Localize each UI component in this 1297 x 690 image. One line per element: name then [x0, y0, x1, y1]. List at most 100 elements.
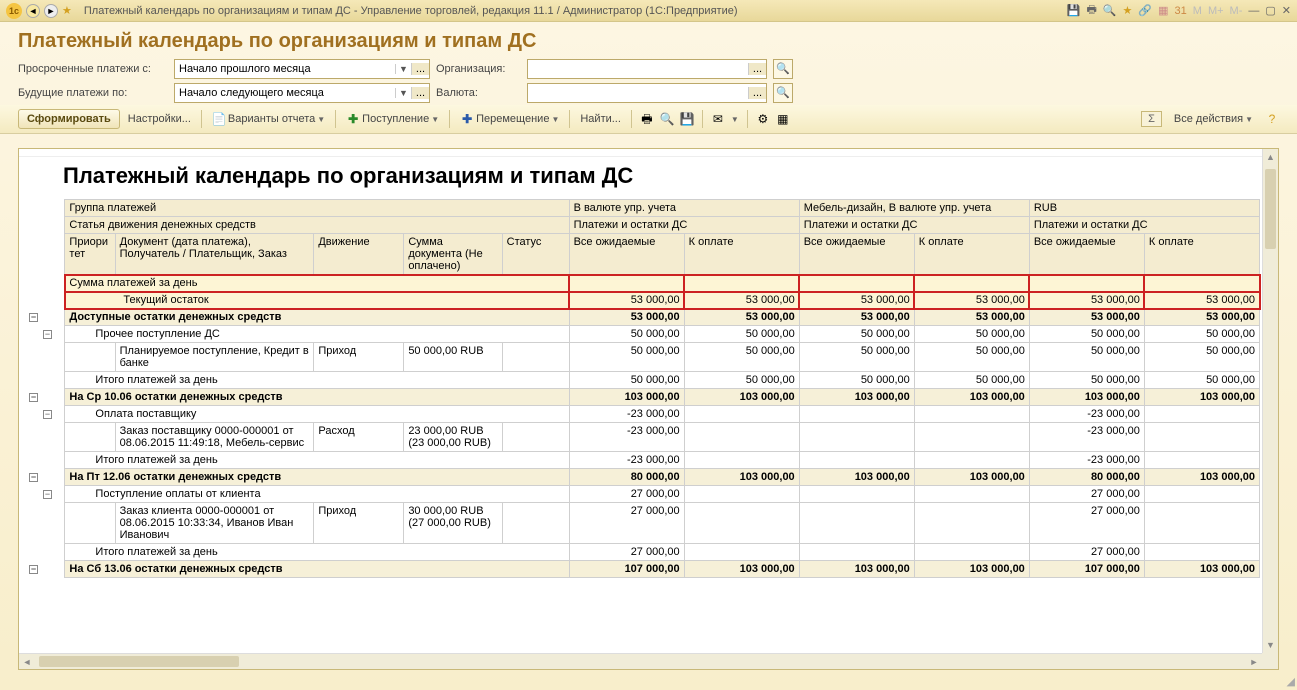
nav-fwd-icon[interactable]: ►	[44, 4, 58, 18]
print-toolbar-icon[interactable]: 🖶	[640, 112, 654, 126]
col-exp3: Все ожидаемые	[1029, 234, 1144, 275]
preview-icon[interactable]: 🔍	[1103, 4, 1117, 17]
page-title: Платежный календарь по организациям и ти…	[0, 22, 1297, 57]
col-company: Мебель-дизайн, В валюте упр. учета	[799, 200, 1029, 217]
expand-icon[interactable]: −	[43, 330, 52, 339]
settings-link[interactable]: Настройки...	[126, 113, 193, 125]
col-pb3: Платежи и остатки ДС	[1029, 217, 1259, 234]
mminus-icon[interactable]: M-	[1230, 5, 1243, 17]
maximize-icon[interactable]: ▢	[1265, 4, 1275, 17]
doc-icon: 📄	[212, 112, 226, 126]
close-icon[interactable]: ✕	[1282, 4, 1291, 17]
overdue-combo[interactable]: ▼ ...	[174, 59, 430, 79]
expand-icon[interactable]: −	[43, 410, 52, 419]
search-icon[interactable]: 🔍	[773, 83, 793, 103]
plus-green-icon: ✚	[346, 112, 360, 126]
currency-combo[interactable]: ...	[527, 83, 767, 103]
calendar-icon[interactable]: 31	[1175, 5, 1187, 17]
search-icon[interactable]: 🔍	[773, 59, 793, 79]
dots-button[interactable]: ...	[748, 63, 766, 75]
sigma-button[interactable]: Σ	[1141, 111, 1162, 127]
scroll-up-icon[interactable]: ▲	[1263, 149, 1278, 165]
scrollbar-vertical[interactable]: ▲ ▼	[1262, 149, 1278, 653]
row-avail: Доступные остатки денежных средств	[65, 309, 569, 326]
scroll-down-icon[interactable]: ▼	[1263, 637, 1278, 653]
row-client-order: Заказ клиента 0000-000001 от 08.06.2015 …	[115, 503, 314, 544]
org-combo[interactable]: ...	[527, 59, 767, 79]
expand-icon[interactable]: −	[29, 393, 38, 402]
save-toolbar-icon[interactable]: 💾	[680, 112, 694, 126]
row-supplier-order: Заказ поставщику 0000-000001 от 08.06.20…	[115, 423, 314, 452]
future-label: Будущие платежи по:	[18, 87, 168, 99]
row-supplier-payment: Оплата поставщику	[65, 406, 569, 423]
row-other-inflow: Прочее поступление ДС	[65, 326, 569, 343]
grid-icon[interactable]: ▦	[776, 112, 790, 126]
mplus-icon[interactable]: M+	[1208, 5, 1224, 17]
variants-link[interactable]: 📄Варианты отчета▼	[210, 112, 327, 126]
col-exp2: Все ожидаемые	[799, 234, 914, 275]
col-pb1: Платежи и остатки ДС	[569, 217, 799, 234]
expand-icon[interactable]: −	[43, 490, 52, 499]
col-article: Статья движения денежных средств	[65, 217, 569, 234]
inflow-link[interactable]: ✚Поступление▼	[344, 112, 441, 126]
col-doc: Документ (дата платежа), Получатель / Пл…	[115, 234, 314, 275]
find-link[interactable]: Найти...	[578, 113, 623, 125]
expand-icon[interactable]: −	[29, 313, 38, 322]
dots-button[interactable]: ...	[748, 87, 766, 99]
col-curr-mgmt: В валюте упр. учета	[569, 200, 799, 217]
settings-gear-icon[interactable]: ⚙	[756, 112, 770, 126]
row-sat-13-06: На Сб 13.06 остатки денежных средств	[65, 561, 569, 578]
star-icon[interactable]: ★	[62, 4, 72, 17]
org-input[interactable]	[528, 63, 748, 75]
scroll-thumb-h[interactable]	[39, 656, 239, 667]
dots-button[interactable]: ...	[411, 87, 429, 99]
col-status: Статус	[502, 234, 569, 275]
chevron-down-icon[interactable]: ▼	[395, 88, 411, 98]
report-title: Платежный календарь по организациям и ти…	[19, 157, 1262, 199]
chevron-down-icon[interactable]: ▼	[395, 64, 411, 74]
overdue-input[interactable]	[175, 63, 395, 75]
col-priority: Приори тет	[65, 234, 115, 275]
expand-icon[interactable]: −	[29, 565, 38, 574]
ruler	[19, 149, 1262, 157]
currency-input[interactable]	[528, 87, 748, 99]
resize-grip-icon[interactable]: ◢	[1287, 675, 1295, 688]
calc-icon[interactable]: ▦	[1158, 4, 1168, 17]
future-combo[interactable]: ▼ ...	[174, 83, 430, 103]
col-pb2: Платежи и остатки ДС	[799, 217, 1029, 234]
col-movement: Движение	[314, 234, 404, 275]
row-current-balance: Текущий остаток	[65, 292, 569, 309]
scroll-thumb-v[interactable]	[1265, 169, 1276, 249]
row-fri-12-06: На Пт 12.06 остатки денежных средств	[65, 469, 569, 486]
transfer-link[interactable]: ✚Перемещение▼	[458, 112, 561, 126]
row-total-day-3: Итого платежей за день	[65, 544, 569, 561]
print-icon[interactable]: 🖶	[1086, 1, 1096, 20]
scroll-right-icon[interactable]: ►	[1246, 654, 1262, 669]
row-wed-10-06: На Ср 10.06 остатки денежных средств	[65, 389, 569, 406]
favorite-icon[interactable]: ★	[1123, 4, 1133, 17]
row-sum-day: Сумма платежей за день	[65, 275, 569, 292]
links-icon[interactable]: 🔗	[1138, 4, 1152, 17]
expand-icon[interactable]: −	[29, 473, 38, 482]
nav-back-icon[interactable]: ◄	[26, 4, 40, 18]
scroll-left-icon[interactable]: ◄	[19, 654, 35, 669]
save-icon[interactable]: 💾	[1067, 4, 1081, 17]
preview-toolbar-icon[interactable]: 🔍	[660, 112, 674, 126]
all-actions-link[interactable]: Все действия▼	[1172, 113, 1255, 125]
app-logo: 1c	[6, 3, 22, 19]
generate-button[interactable]: Сформировать	[18, 109, 120, 129]
overdue-label: Просроченные платежи с:	[18, 63, 168, 75]
dots-button[interactable]: ...	[411, 63, 429, 75]
row-total-day-1: Итого платежей за день	[65, 372, 569, 389]
currency-label: Валюта:	[436, 87, 521, 99]
email-icon[interactable]: ✉	[711, 112, 725, 126]
help-icon[interactable]: ?	[1265, 112, 1279, 126]
scrollbar-horizontal[interactable]: ◄ ►	[19, 653, 1262, 669]
col-pay1: К оплате	[684, 234, 799, 275]
future-input[interactable]	[175, 87, 395, 99]
report-grid: Группа платежей В валюте упр. учета Мебе…	[21, 199, 1260, 578]
minimize-icon[interactable]: —	[1248, 5, 1259, 17]
scroll-corner	[1262, 653, 1278, 669]
m-icon[interactable]: M	[1193, 5, 1202, 17]
window-title: Платежный календарь по организациям и ти…	[76, 5, 1063, 17]
